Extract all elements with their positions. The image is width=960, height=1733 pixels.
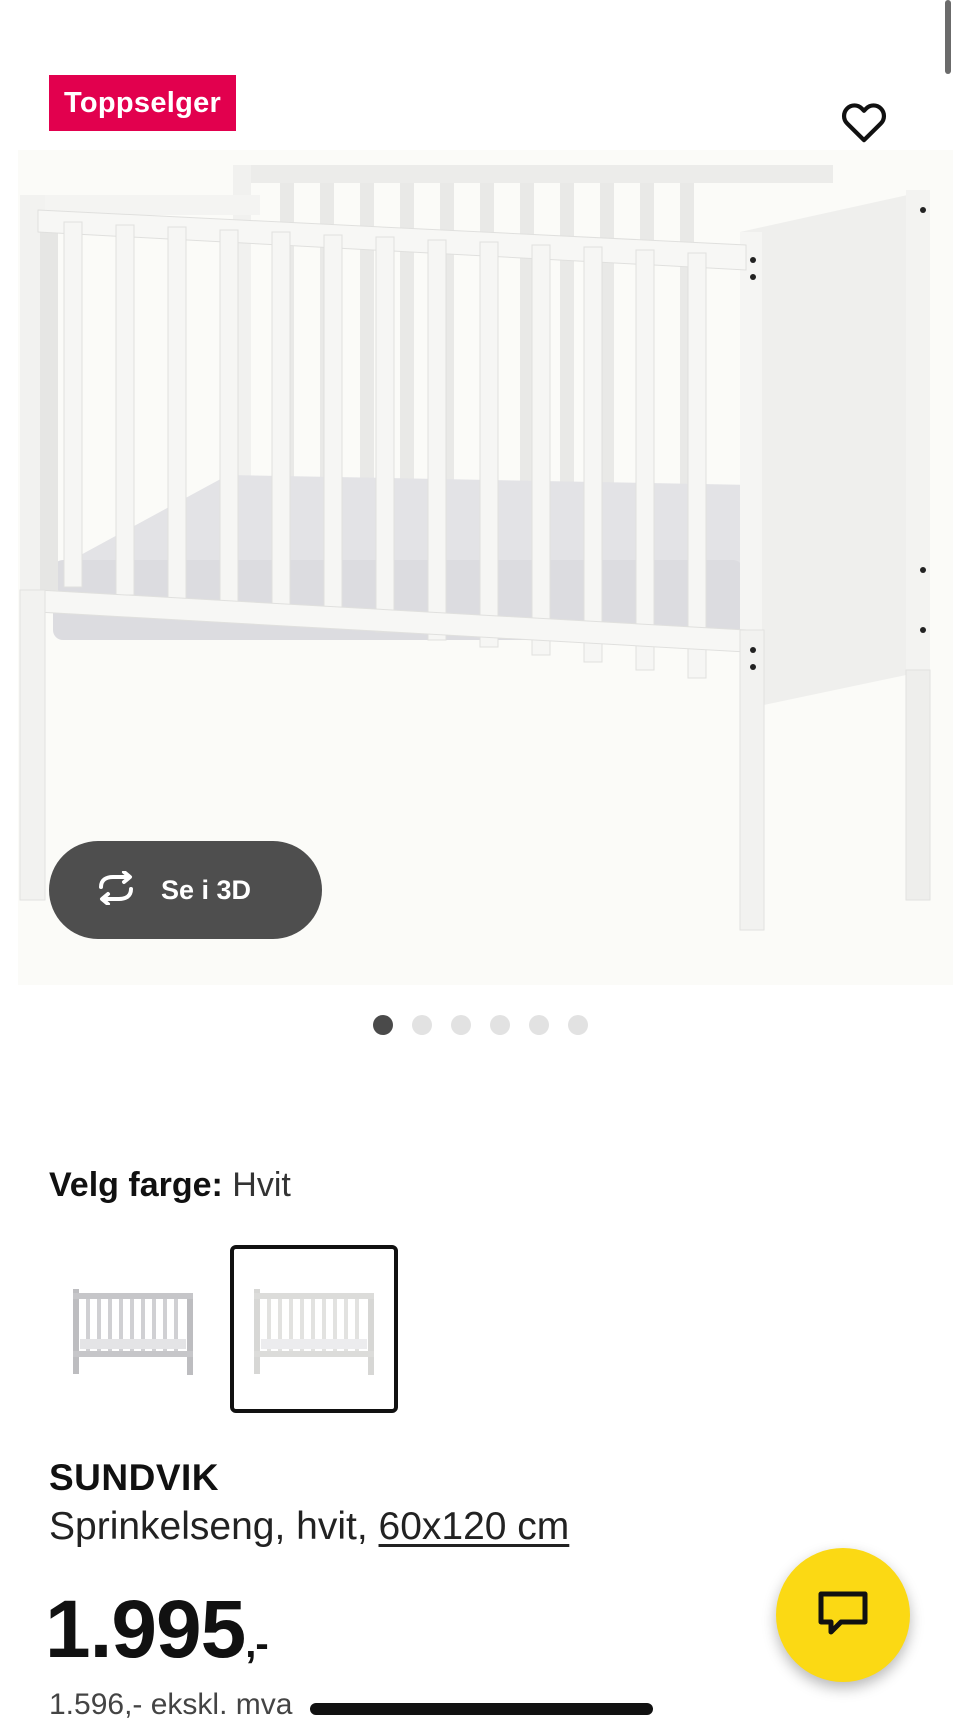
price-suffix: ,- xyxy=(245,1622,268,1666)
product-name: SUNDVIK xyxy=(49,1457,220,1498)
color-selector-label: Velg farge: Hvit xyxy=(49,1166,291,1205)
color-value: Hvit xyxy=(232,1166,291,1204)
product-price: 1.995,- xyxy=(45,1583,269,1677)
product-description-text: Sprinkelseng, hvit, xyxy=(49,1505,379,1548)
heart-icon xyxy=(841,101,887,148)
gallery-dot[interactable] xyxy=(490,1015,510,1035)
gallery-dot[interactable] xyxy=(451,1015,471,1035)
gallery-dot[interactable] xyxy=(412,1015,432,1035)
product-description: Sprinkelseng, hvit, 60x120 cm xyxy=(49,1505,569,1549)
gallery-dot[interactable] xyxy=(529,1015,549,1035)
favorite-button[interactable] xyxy=(836,98,892,150)
rotate-icon xyxy=(91,869,141,910)
home-indicator[interactable] xyxy=(310,1703,653,1715)
gallery-dot[interactable] xyxy=(373,1015,393,1035)
gallery-pagination xyxy=(373,1015,588,1035)
bestseller-badge: Toppselger xyxy=(49,75,237,131)
product-size-link[interactable]: 60x120 cm xyxy=(379,1505,570,1548)
price-ex-vat: 1.596,- ekskl. mva xyxy=(49,1688,293,1721)
chat-bubble-icon xyxy=(815,1588,871,1643)
scroll-indicator[interactable] xyxy=(945,0,951,74)
gallery-dot[interactable] xyxy=(568,1015,588,1035)
view-3d-button[interactable]: Se i 3D xyxy=(49,841,322,939)
color-swatch-white[interactable] xyxy=(230,1245,398,1413)
color-swatch-grey[interactable] xyxy=(49,1245,217,1413)
price-integer: 1.995 xyxy=(45,1584,246,1675)
chat-button[interactable] xyxy=(776,1548,910,1682)
view-3d-label: Se i 3D xyxy=(161,874,252,905)
color-label: Velg farge: xyxy=(49,1166,223,1204)
